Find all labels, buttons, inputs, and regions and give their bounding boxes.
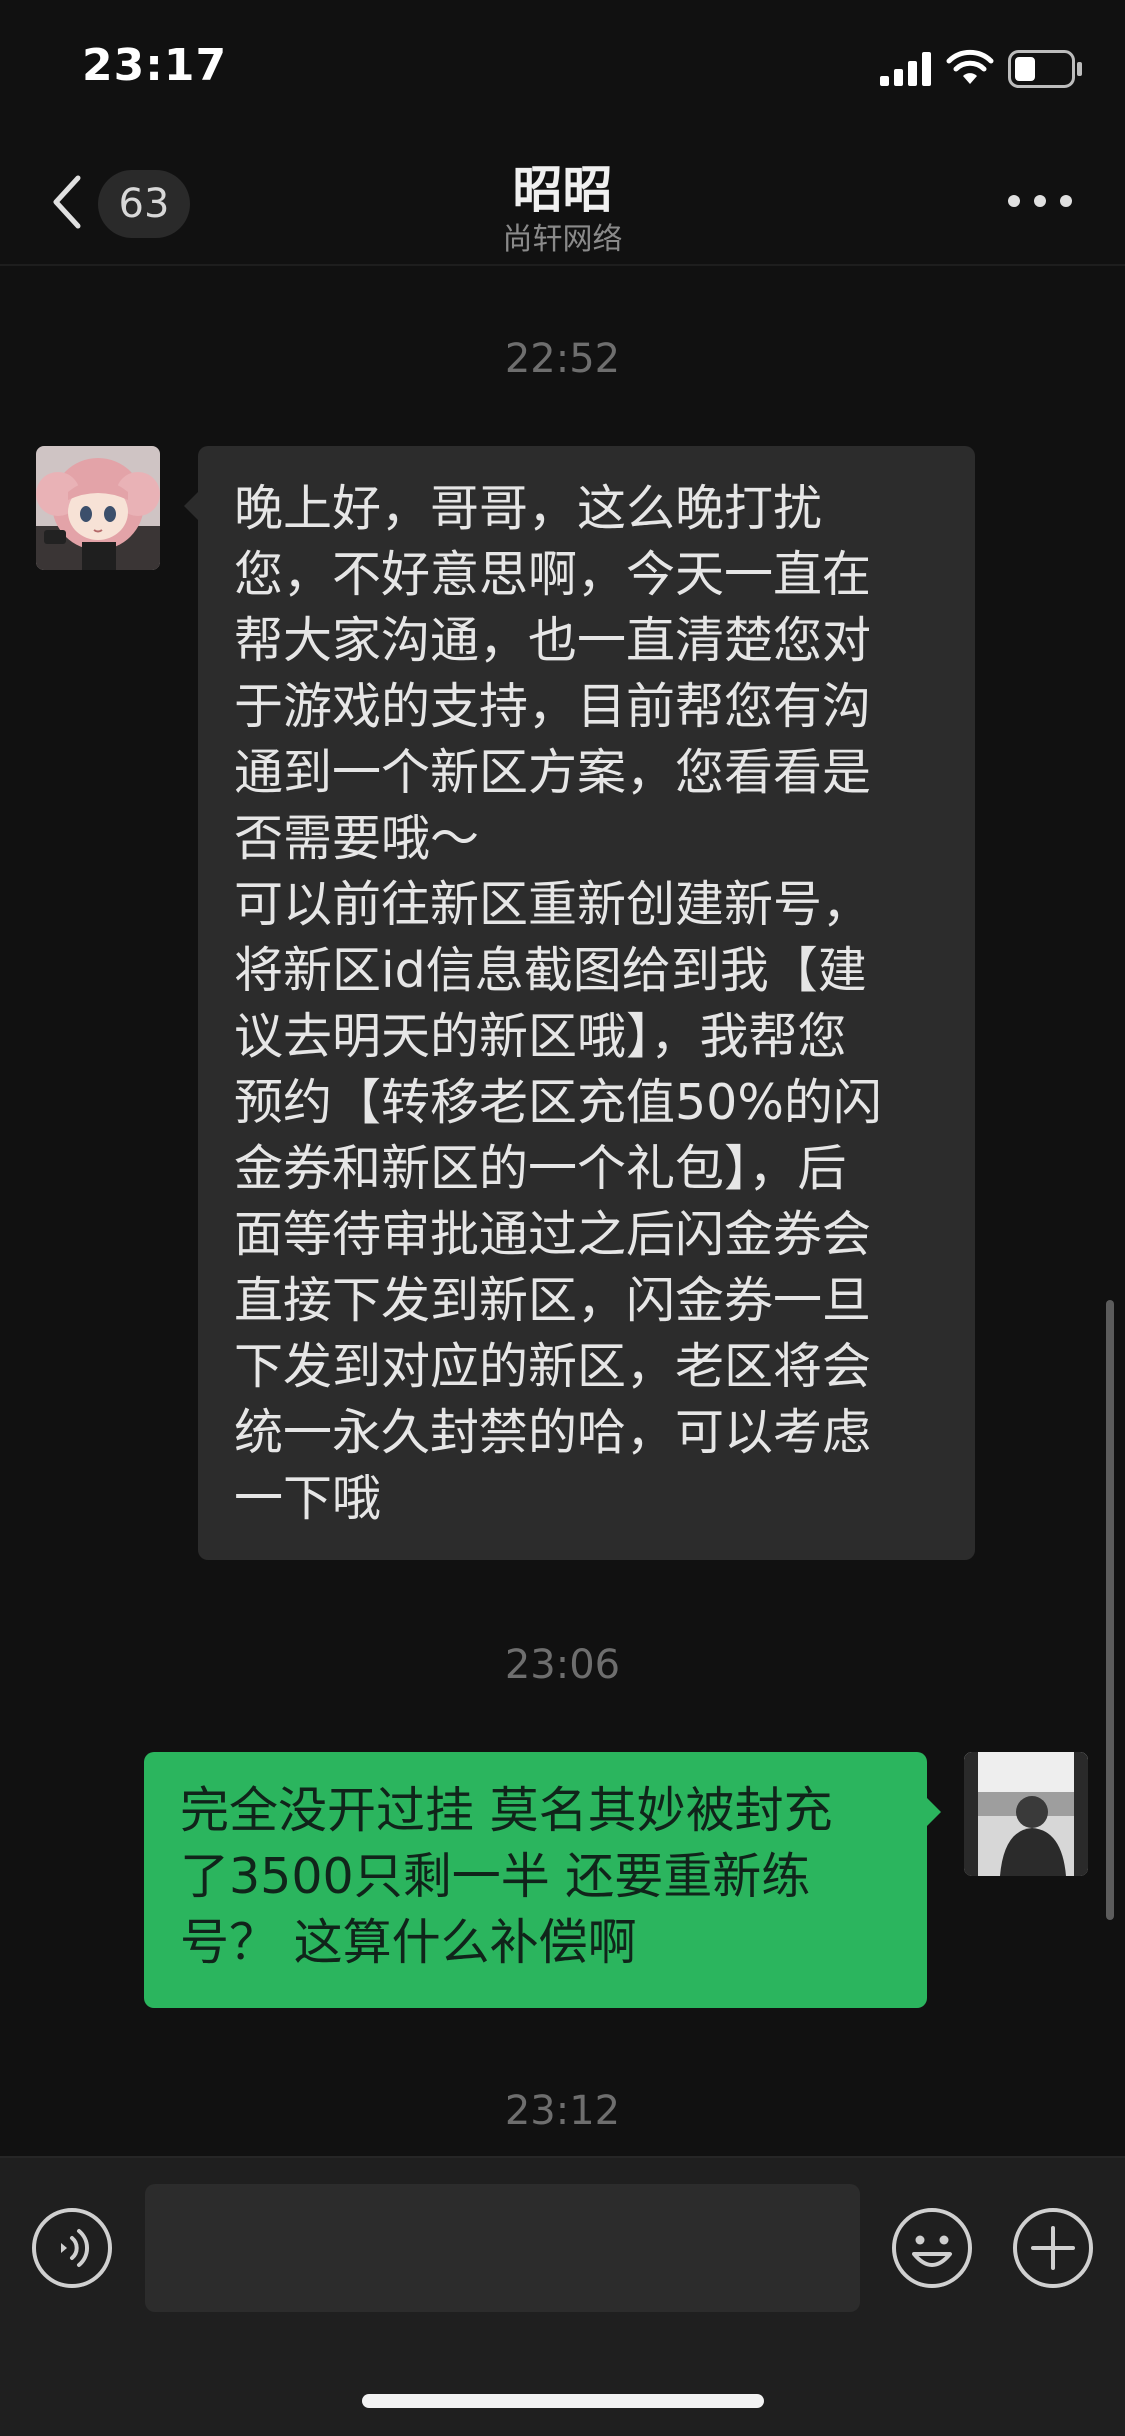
battery-icon <box>1008 50 1082 88</box>
home-indicator[interactable] <box>362 2394 764 2408</box>
contact-subtitle: 尚轩网络 <box>502 222 623 257</box>
contact-avatar[interactable] <box>36 446 160 570</box>
status-bar: 23:17 <box>0 0 1125 140</box>
contact-name: 昭昭 <box>512 161 613 219</box>
signal-icon <box>880 52 931 86</box>
wifi-icon <box>946 49 994 84</box>
plus-icon[interactable] <box>1011 2206 1095 2290</box>
status-time: 23:17 <box>82 40 228 91</box>
scrollbar[interactable] <box>1106 1300 1114 1920</box>
bubble-tail <box>184 492 198 520</box>
emoji-icon[interactable] <box>890 2206 974 2290</box>
voice-icon[interactable] <box>30 2206 114 2290</box>
message-input[interactable] <box>145 2184 860 2312</box>
more-icon[interactable] <box>1000 176 1080 226</box>
chat-screen: 23:17 63 昭昭 尚轩网络 22:52 晚上好，哥哥，这么晚打扰 您，不好… <box>0 0 1125 2436</box>
user-avatar[interactable] <box>964 1752 1088 1876</box>
person-photo-avatar-icon <box>964 1752 1088 1876</box>
incoming-message-bubble[interactable]: 晚上好，哥哥，这么晚打扰 您，不好意思啊，今天一直在 帮大家沟通，也一直清楚您对… <box>198 446 975 1560</box>
message-timestamp: 23:06 <box>504 1642 621 1688</box>
message-timestamp: 22:52 <box>504 336 621 382</box>
outgoing-message-bubble[interactable]: 完全没开过挂 莫名其妙被封充 了3500只剩一半 还要重新练 号？ 这算什么补偿… <box>144 1752 927 2008</box>
chat-header: 63 昭昭 尚轩网络 <box>0 140 1125 266</box>
message-timestamp: 23:12 <box>504 2088 621 2134</box>
anime-girl-avatar-icon <box>36 446 160 570</box>
bubble-tail <box>927 1798 941 1826</box>
